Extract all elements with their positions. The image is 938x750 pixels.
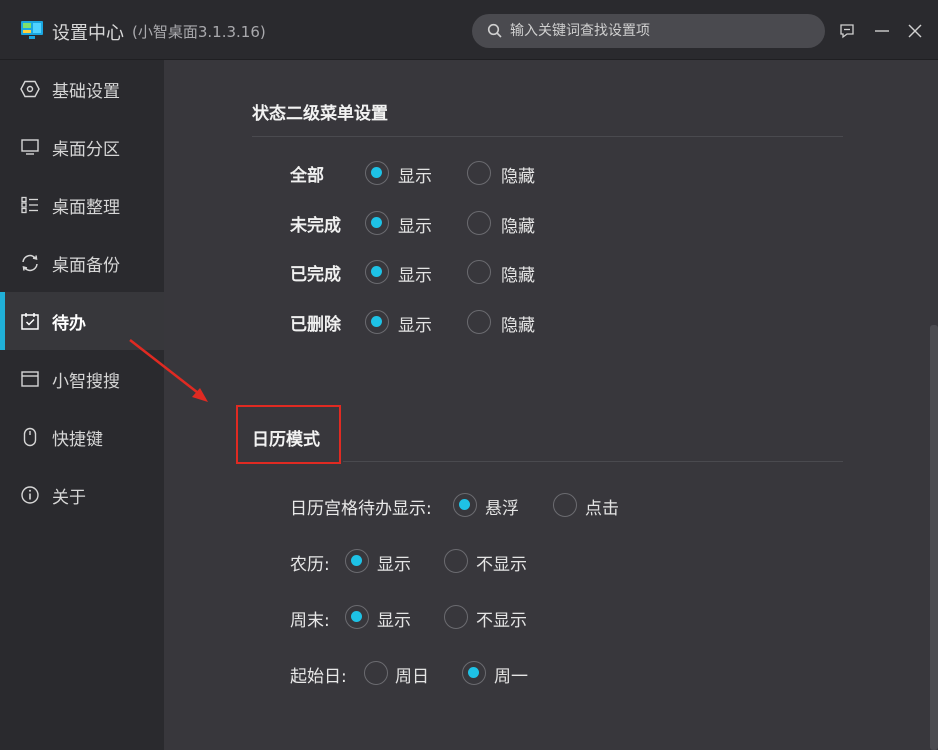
section-divider: [252, 136, 843, 137]
sidebar-item-label: 桌面备份: [52, 256, 120, 276]
radio-incomplete-show[interactable]: [365, 211, 389, 235]
app-version: (小智桌面3.1.3.16): [132, 23, 266, 41]
radio-all-hide[interactable]: [467, 161, 491, 185]
radio-completed-hide[interactable]: [467, 260, 491, 284]
app-logo-icon: [21, 21, 43, 39]
row-label-weekend: 周末:: [290, 611, 330, 631]
window-title: 设置中心: [52, 23, 124, 44]
list-icon: [21, 196, 38, 214]
sidebar-item-label: 桌面分区: [52, 140, 120, 160]
sidebar-item-desktop-partition[interactable]: 桌面分区: [0, 118, 164, 176]
radio-label-hide: 隐藏: [501, 167, 535, 187]
row-label-all: 全部: [290, 166, 324, 186]
annotation-arrow-icon: [129, 339, 208, 402]
radio-completed-show[interactable]: [365, 260, 389, 284]
radio-label-no-show: 不显示: [476, 611, 527, 631]
radio-deleted-hide[interactable]: [467, 310, 491, 334]
sidebar-item-label: 关于: [52, 488, 86, 508]
sidebar-item-label: 基础设置: [52, 82, 120, 102]
radio-week-start-monday[interactable]: [462, 661, 486, 685]
calendar-check-icon: [21, 313, 39, 330]
radio-label-show: 显示: [398, 316, 432, 336]
sidebar-item-desktop-backup[interactable]: 桌面备份: [0, 234, 164, 292]
row-label-week-start: 起始日:: [290, 667, 347, 687]
radio-label-show: 显示: [398, 167, 432, 187]
radio-label-hide: 隐藏: [501, 316, 535, 336]
radio-grid-display-click[interactable]: [553, 493, 577, 517]
radio-weekend-hide[interactable]: [444, 605, 468, 629]
row-label-completed: 已完成: [290, 265, 341, 285]
sidebar-item-label: 桌面整理: [52, 198, 120, 218]
radio-label-hide: 隐藏: [501, 266, 535, 286]
search-icon: [487, 23, 502, 38]
radio-label-hide: 隐藏: [501, 217, 535, 237]
sidebar-item-label: 待办: [52, 314, 86, 334]
radio-label-monday: 周一: [494, 667, 528, 687]
sidebar-item-shortcuts[interactable]: 快捷键: [0, 408, 164, 466]
sidebar-item-about[interactable]: 关于: [0, 466, 164, 524]
radio-label-hover: 悬浮: [485, 499, 519, 519]
radio-incomplete-hide[interactable]: [467, 211, 491, 235]
scrollbar[interactable]: [930, 325, 938, 750]
backup-sync-icon: [22, 254, 38, 272]
monitor-icon: [21, 139, 39, 155]
feedback-icon[interactable]: [838, 22, 856, 40]
section-title-status-menu: 状态二级菜单设置: [252, 104, 388, 124]
section-divider: [343, 461, 843, 462]
radio-weekend-show[interactable]: [345, 605, 369, 629]
window-icon: [21, 371, 39, 387]
row-label-lunar: 农历:: [290, 555, 330, 575]
info-icon: [21, 486, 39, 504]
radio-label-click: 点击: [585, 499, 619, 519]
search-box[interactable]: [472, 14, 825, 48]
radio-grid-display-hover[interactable]: [453, 493, 477, 517]
radio-week-start-sunday[interactable]: [364, 661, 388, 685]
hexagon-settings-icon: [20, 80, 40, 98]
sidebar-item-basic-settings[interactable]: 基础设置: [0, 60, 164, 118]
radio-label-show: 显示: [377, 555, 411, 575]
search-input[interactable]: [510, 20, 810, 42]
radio-label-sunday: 周日: [395, 667, 429, 687]
section-title-calendar-mode: 日历模式: [252, 430, 320, 450]
mouse-icon: [23, 427, 37, 447]
close-icon[interactable]: [906, 22, 924, 40]
radio-label-show: 显示: [398, 217, 432, 237]
minimize-icon[interactable]: [873, 22, 891, 40]
sidebar-item-desktop-organize[interactable]: 桌面整理: [0, 176, 164, 234]
sidebar-item-label: 小智搜搜: [52, 372, 120, 392]
row-label-incomplete: 未完成: [290, 216, 341, 236]
row-label-deleted: 已删除: [290, 315, 341, 335]
title-bar: 设置中心 (小智桌面3.1.3.16): [0, 0, 938, 60]
radio-lunar-show[interactable]: [345, 549, 369, 573]
row-label-grid-display: 日历宫格待办显示:: [290, 499, 432, 519]
sidebar-item-label: 快捷键: [52, 430, 103, 450]
radio-label-show: 显示: [377, 611, 411, 631]
radio-label-no-show: 不显示: [476, 555, 527, 575]
radio-deleted-show[interactable]: [365, 310, 389, 334]
radio-label-show: 显示: [398, 266, 432, 286]
radio-all-show[interactable]: [365, 161, 389, 185]
radio-lunar-hide[interactable]: [444, 549, 468, 573]
